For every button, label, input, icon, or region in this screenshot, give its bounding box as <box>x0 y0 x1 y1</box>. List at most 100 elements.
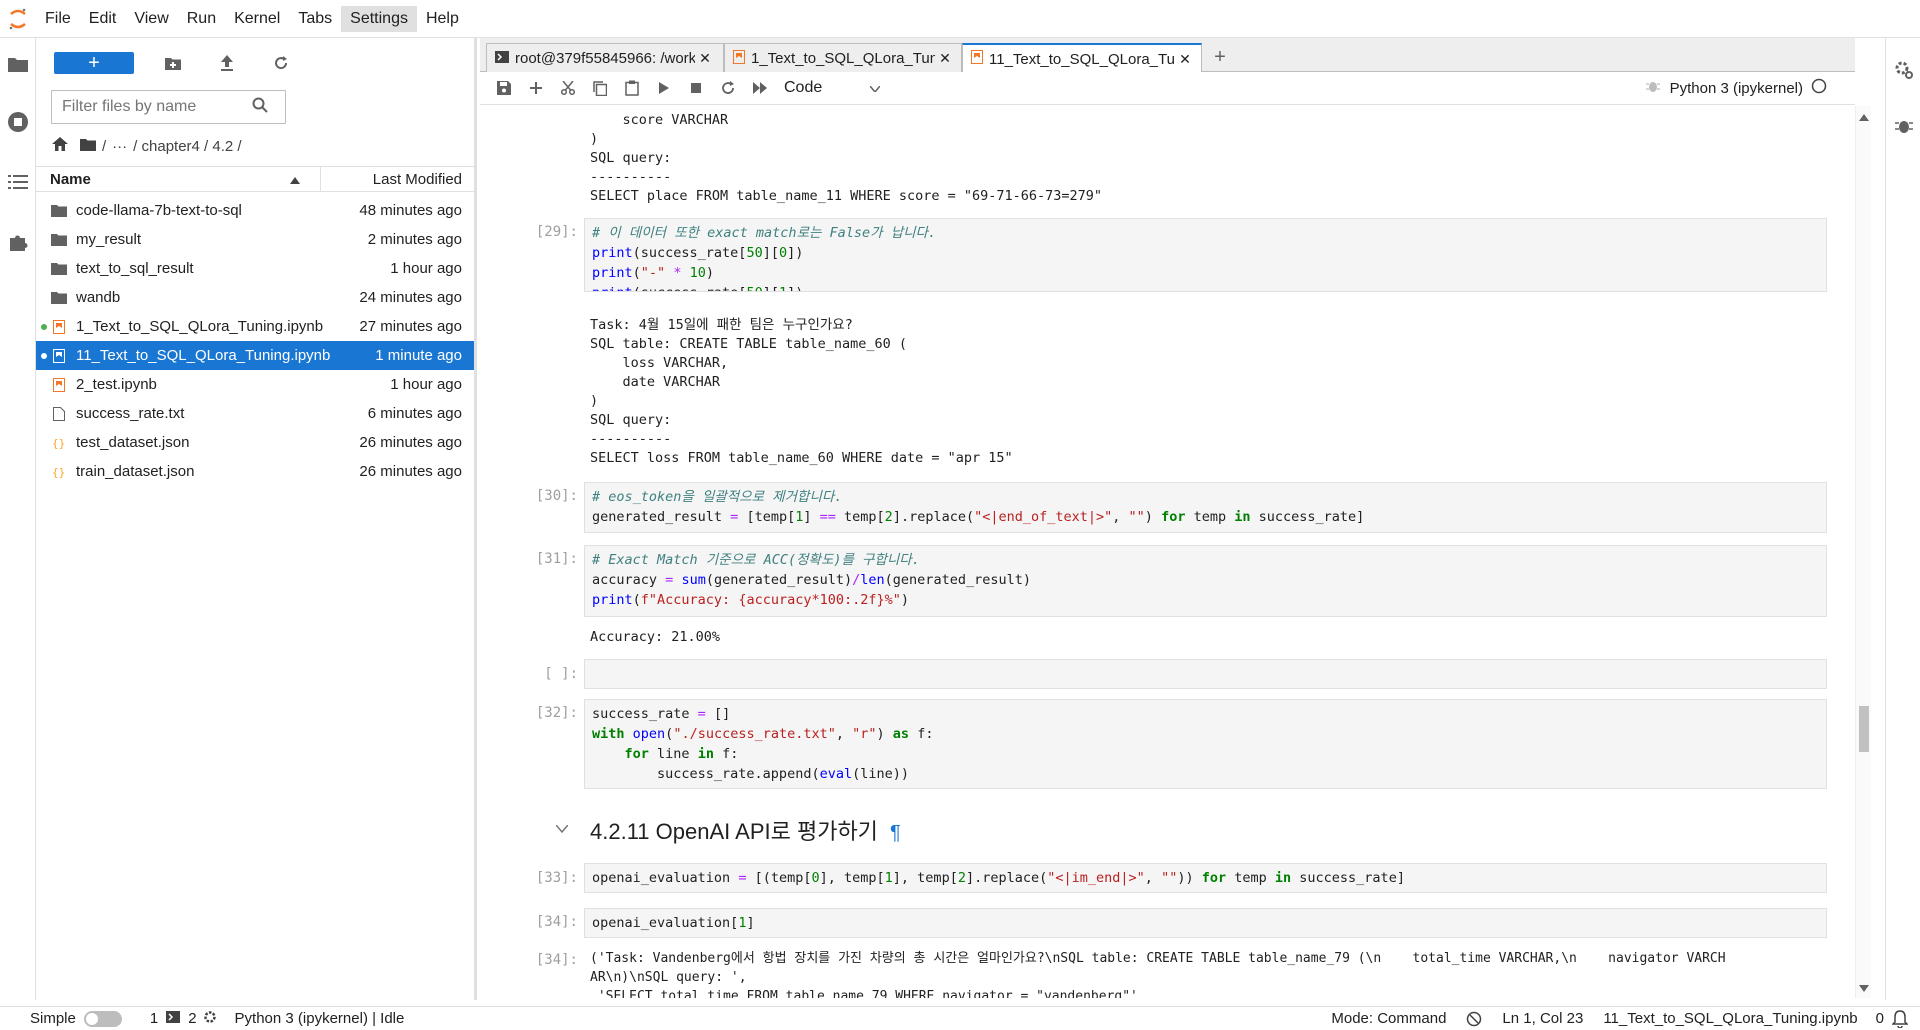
code-cell-input[interactable]: # 이 데이터 또한 exact match로는 False가 납니다. pri… <box>584 218 1827 292</box>
file-list-item[interactable]: success_rate.txt 6 minutes ago <box>36 399 474 428</box>
code-cell-input[interactable]: openai_evaluation[1] <box>584 908 1827 938</box>
cut-icon[interactable] <box>552 75 584 101</box>
tab-label: 11_Text_to_SQL_QLora_Tuning.ipynb <box>989 50 1175 68</box>
file-name: test_dataset.json <box>76 434 190 451</box>
collapse-heading-chevron-icon[interactable] <box>555 820 569 837</box>
breadcrumb-ellipsis[interactable]: ··· <box>112 138 127 155</box>
scrollbar-thumb[interactable] <box>1859 706 1869 752</box>
menu-kernel[interactable]: Kernel <box>225 6 289 32</box>
simple-mode-switch[interactable]: Simple <box>30 1010 122 1027</box>
menu-run[interactable]: Run <box>178 6 225 32</box>
file-list-item[interactable]: text_to_sql_result 1 hour ago <box>36 254 474 283</box>
cell-type-select[interactable]: Code <box>784 79 881 97</box>
code-cell-input-empty[interactable] <box>584 659 1827 689</box>
notebook-toolbar: Code Python 3 (ipykernel) <box>480 72 1855 105</box>
paste-icon[interactable] <box>616 75 648 101</box>
code-cell-input[interactable]: # eos_token을 일괄적으로 제거합니다. generated_resu… <box>584 482 1827 533</box>
copy-icon[interactable] <box>584 75 616 101</box>
tab-notebook-11[interactable]: 11_Text_to_SQL_QLora_Tuning.ipynb ✕ <box>962 43 1202 73</box>
file-browser-toolbar: + <box>54 48 296 78</box>
menu-tabs[interactable]: Tabs <box>289 6 341 32</box>
refresh-icon[interactable] <box>266 51 296 75</box>
no-trust-icon[interactable] <box>1466 1011 1482 1027</box>
search-icon <box>252 97 268 117</box>
close-icon[interactable]: ✕ <box>697 50 713 67</box>
file-modified: 1 hour ago <box>390 260 462 277</box>
debugger-bug-icon[interactable] <box>1645 79 1660 97</box>
terminal-icon <box>495 50 509 67</box>
bell-icon[interactable] <box>1892 1009 1908 1028</box>
cell-prompt: [30]: <box>535 488 578 504</box>
file-modified: 48 minutes ago <box>359 202 462 219</box>
cell-output: ('Task: Vandenberg에서 항법 장치를 가진 차량의 총 시간은… <box>590 951 1726 998</box>
folder-icon[interactable] <box>0 46 36 82</box>
upload-icon[interactable] <box>212 51 242 75</box>
notebook-scrollbar[interactable] <box>1855 106 1871 998</box>
extension-puzzle-icon[interactable] <box>0 224 36 260</box>
file-filter-input[interactable] <box>52 98 252 116</box>
breadcrumb-folder-icon[interactable] <box>80 138 96 155</box>
column-name-header[interactable]: Name <box>36 167 321 191</box>
close-icon[interactable]: ✕ <box>1177 51 1193 68</box>
text-file-icon <box>50 405 68 423</box>
scroll-down-icon[interactable] <box>1859 979 1869 996</box>
run-icon[interactable] <box>648 75 680 101</box>
property-inspector-gear-icon[interactable] <box>1886 52 1920 88</box>
json-file-icon: {} <box>50 434 68 452</box>
breadcrumb-path[interactable]: / chapter4 / 4.2 / <box>133 138 241 155</box>
file-list: code-llama-7b-text-to-sql 48 minutes ago m… <box>36 196 474 486</box>
file-list-item[interactable]: 1_Text_to_SQL_QLora_Tuning.ipynb 27 minut… <box>36 312 474 341</box>
file-list-item[interactable]: wandb 24 minutes ago <box>36 283 474 312</box>
json-file-icon: {} <box>50 463 68 481</box>
column-modified-header[interactable]: Last Modified <box>321 171 474 188</box>
debugger-icon[interactable] <box>1886 108 1920 144</box>
file-filter-field[interactable] <box>51 90 286 124</box>
right-activity-bar <box>1885 38 1920 1000</box>
simple-mode-toggle[interactable] <box>83 1010 122 1027</box>
save-icon[interactable] <box>488 75 520 101</box>
file-list-item[interactable]: code-llama-7b-text-to-sql 48 minutes ago <box>36 196 474 225</box>
add-tab-icon[interactable]: + <box>1206 44 1234 70</box>
close-icon[interactable]: ✕ <box>937 50 953 67</box>
kernel-name-label: Python 3 (ipykernel) <box>1669 79 1803 97</box>
terminal-count[interactable]: 1 2 <box>150 1010 217 1028</box>
tab-terminal[interactable]: root@379f55845966: /workspace ✕ <box>486 43 724 73</box>
cell-prompt: [33]: <box>535 870 578 886</box>
column-name-label: Name <box>50 170 91 188</box>
menu-edit[interactable]: Edit <box>80 6 126 32</box>
table-of-contents-icon[interactable] <box>0 164 36 200</box>
menu-view[interactable]: View <box>125 6 177 32</box>
cell-output: score VARCHAR ) SQL query: ---------- SE… <box>590 112 1103 204</box>
code-cell-input[interactable]: openai_evaluation = [(temp[0], temp[1], … <box>584 863 1827 893</box>
file-list-item[interactable]: {} test_dataset.json 26 minutes ago <box>36 428 474 457</box>
breadcrumb-root[interactable]: / <box>102 138 106 155</box>
file-list-item[interactable]: {} train_dataset.json 26 minutes ago <box>36 457 474 486</box>
cursor-position[interactable]: Ln 1, Col 23 <box>1502 1010 1583 1027</box>
stop-icon[interactable] <box>680 75 712 101</box>
file-list-item[interactable]: my_result 2 minutes ago <box>36 225 474 254</box>
kernel-indicator[interactable]: Python 3 (ipykernel) <box>1645 78 1827 98</box>
menu-file[interactable]: File <box>36 6 80 32</box>
notebook-panel[interactable]: score VARCHAR ) SQL query: ---------- SE… <box>486 106 1855 998</box>
file-name: code-llama-7b-text-to-sql <box>76 202 242 219</box>
menu-bar: File Edit View Run Kernel Tabs Settings … <box>0 0 1920 38</box>
svg-text:{}: {} <box>52 466 65 479</box>
running-sessions-icon[interactable] <box>0 104 36 140</box>
code-cell-input[interactable]: success_rate = [] with open("./success_r… <box>584 699 1827 789</box>
file-list-item[interactable]: 11_Text_to_SQL_QLora_Tuning.ipynb 1 minut… <box>36 341 474 370</box>
heading-anchor-link[interactable]: ¶ <box>890 822 901 844</box>
restart-kernel-icon[interactable] <box>712 75 744 101</box>
restart-run-all-icon[interactable] <box>744 75 776 101</box>
code-cell-input[interactable]: # Exact Match 기준으로 ACC(정확도)를 구합니다. accur… <box>584 545 1827 617</box>
new-folder-icon[interactable] <box>158 51 188 75</box>
new-launcher-button[interactable]: + <box>54 52 134 74</box>
home-icon[interactable] <box>52 137 68 155</box>
file-list-item[interactable]: 2_test.ipynb 1 hour ago <box>36 370 474 399</box>
menu-settings[interactable]: Settings <box>341 5 417 32</box>
file-name: my_result <box>76 231 142 248</box>
tab-notebook-1[interactable]: 1_Text_to_SQL_QLora_Tuning.ipynb ✕ <box>724 43 962 73</box>
add-cell-icon[interactable] <box>520 75 552 101</box>
kernel-status[interactable]: Python 3 (ipykernel) | Idle <box>235 1010 405 1027</box>
menu-help[interactable]: Help <box>417 6 468 32</box>
scroll-up-icon[interactable] <box>1859 108 1869 125</box>
